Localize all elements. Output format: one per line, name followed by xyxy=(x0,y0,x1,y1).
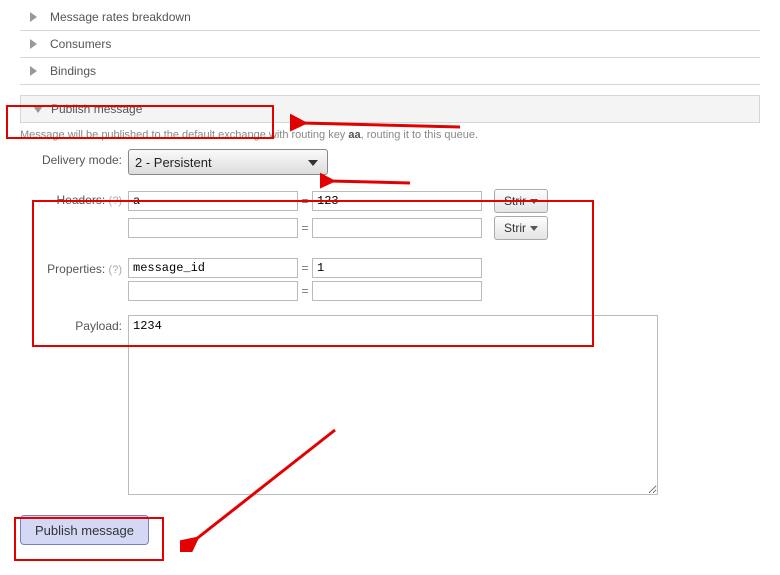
property-row: = xyxy=(128,258,482,278)
property-value-input[interactable] xyxy=(312,258,482,278)
header-value-input[interactable] xyxy=(312,218,482,238)
header-type-select[interactable]: Strir xyxy=(494,216,548,240)
help-icon[interactable]: (?) xyxy=(109,264,122,276)
chevron-right-icon xyxy=(30,39,37,49)
row-headers: Headers: (?) = Strir = Strir xyxy=(20,189,760,240)
publish-hint: Message will be published to the default… xyxy=(20,129,760,141)
publish-message-button[interactable]: Publish message xyxy=(20,515,149,545)
label-properties: Properties: (?) xyxy=(20,258,128,276)
section-bindings[interactable]: Bindings xyxy=(20,58,760,85)
section-consumers[interactable]: Consumers xyxy=(20,31,760,58)
publish-form: Delivery mode: 1 - Non-persistent 2 - Pe… xyxy=(20,149,760,495)
property-key-input[interactable] xyxy=(128,281,298,301)
equals-sign: = xyxy=(300,284,310,298)
property-key-input[interactable] xyxy=(128,258,298,278)
section-title: Bindings xyxy=(50,64,96,78)
equals-sign: = xyxy=(300,221,310,235)
header-key-input[interactable] xyxy=(128,218,298,238)
chevron-right-icon xyxy=(30,12,37,22)
payload-textarea[interactable] xyxy=(128,315,658,495)
label-headers: Headers: (?) xyxy=(20,189,128,207)
section-publish-message[interactable]: Publish message xyxy=(20,95,760,123)
property-value-input[interactable] xyxy=(312,281,482,301)
chevron-right-icon xyxy=(30,66,37,76)
section-title: Publish message xyxy=(51,102,142,116)
equals-sign: = xyxy=(300,194,310,208)
header-row: = Strir xyxy=(128,189,548,213)
chevron-down-icon xyxy=(33,106,43,113)
label-payload: Payload: xyxy=(20,315,128,333)
label-delivery-mode: Delivery mode: xyxy=(20,149,128,167)
row-payload: Payload: xyxy=(20,315,760,495)
equals-sign: = xyxy=(300,261,310,275)
section-title: Consumers xyxy=(50,37,111,51)
header-value-input[interactable] xyxy=(312,191,482,211)
header-row: = Strir xyxy=(128,216,548,240)
delivery-mode-select[interactable]: 1 - Non-persistent 2 - Persistent xyxy=(128,149,328,175)
help-icon[interactable]: (?) xyxy=(109,195,122,207)
header-key-input[interactable] xyxy=(128,191,298,211)
property-row: = xyxy=(128,281,482,301)
section-title: Message rates breakdown xyxy=(50,10,191,24)
row-delivery-mode: Delivery mode: 1 - Non-persistent 2 - Pe… xyxy=(20,149,760,175)
routing-key: aa xyxy=(348,129,360,141)
section-message-rates[interactable]: Message rates breakdown xyxy=(20,4,760,31)
header-type-select[interactable]: Strir xyxy=(494,189,548,213)
row-properties: Properties: (?) = = xyxy=(20,258,760,301)
